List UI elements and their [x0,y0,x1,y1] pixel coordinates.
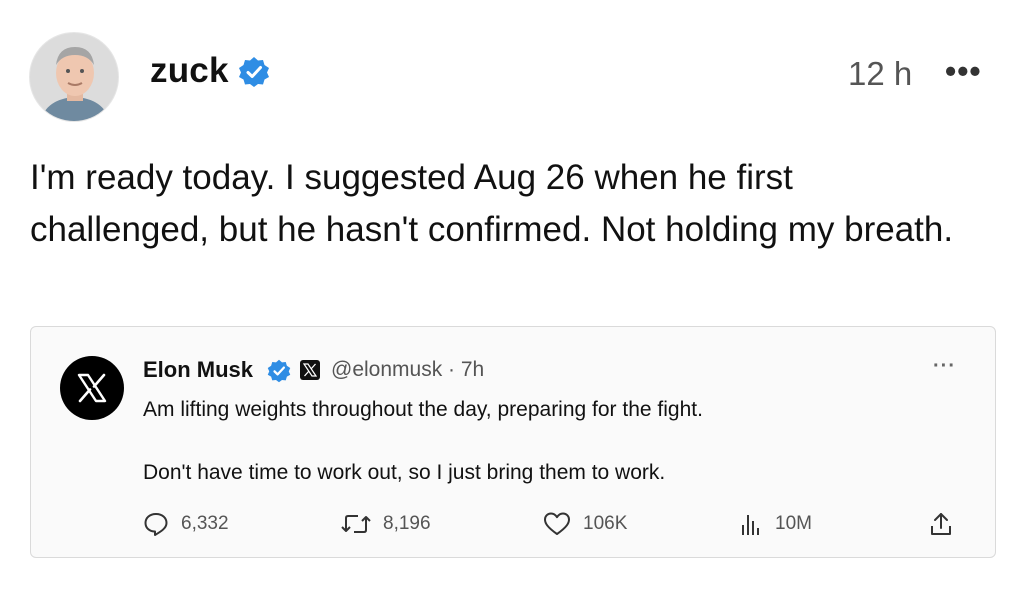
reply-button[interactable]: 6,332 [143,511,229,537]
username[interactable]: zuck [150,51,229,91]
quoted-post-card[interactable]: Elon Musk @elonmusk · 7h ··· Am lifting … [30,326,996,558]
like-icon [544,512,570,535]
verified-badge-icon [267,359,291,383]
quoted-text-line: Don't have time to work out, so I just b… [143,461,666,484]
post-time: 12 h [848,55,913,92]
avatar[interactable] [29,32,119,122]
reply-icon [144,513,168,536]
quoted-text-line: Am lifting weights throughout the day, p… [143,398,703,421]
threads-post: zuck 12 h ••• I'm ready today. I suggest… [0,0,1024,590]
reply-count: 6,332 [181,513,229,534]
views-button[interactable]: 10M [739,511,812,537]
view-count: 10M [775,513,812,534]
like-count: 106K [583,513,628,534]
repost-count: 8,196 [383,513,431,534]
x-logo-icon [77,373,107,403]
quoted-author-name[interactable]: Elon Musk [143,357,253,383]
repost-button[interactable]: 8,196 [341,511,431,537]
like-button[interactable]: 106K [543,511,627,537]
more-icon[interactable]: ··· [933,355,956,378]
repost-icon [341,515,371,533]
post-text: I'm ready today. I suggested Aug 26 when… [30,158,954,249]
views-icon [742,515,759,535]
x-logo-icon [303,363,317,377]
quoted-author-handle[interactable]: @elonmusk · 7h [331,358,484,382]
x-logo-avatar[interactable] [60,356,124,420]
share-icon[interactable] [929,511,953,537]
verified-badge-icon [239,57,269,87]
more-icon[interactable]: ••• [945,55,982,87]
x-affiliation-badge [300,360,320,380]
